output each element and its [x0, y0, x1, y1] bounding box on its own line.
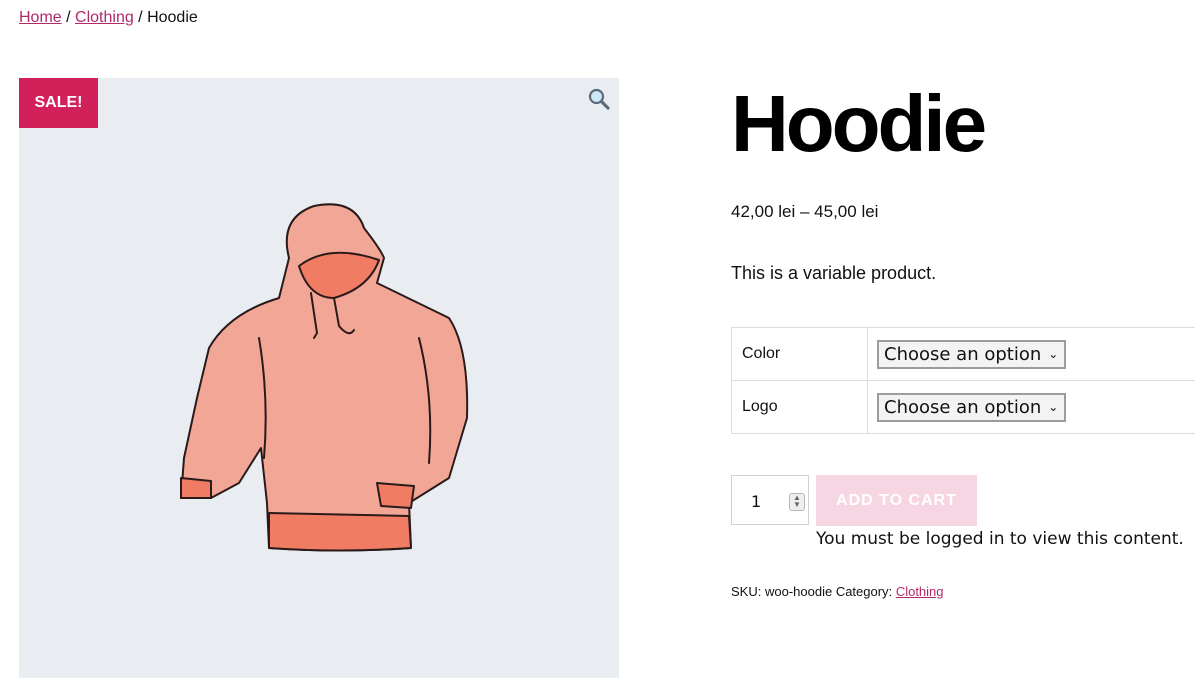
breadcrumb-clothing-link[interactable]: Clothing [75, 9, 134, 26]
magnifier-icon[interactable] [587, 87, 611, 111]
quantity-stepper[interactable]: 1 ▲ ▼ [731, 475, 809, 525]
logo-select-value: Choose an option [884, 396, 1042, 418]
product-price: 42,00 lei – 45,00 lei [731, 202, 879, 221]
variations-table: Color Choose an option ⌄ Logo Choose an o… [731, 327, 1195, 434]
add-to-cart-button[interactable]: ADD TO CART [816, 475, 977, 526]
product-meta: SKU: woo-hoodie Category: Clothing [731, 584, 944, 599]
sale-badge: SALE! [19, 78, 98, 128]
product-gallery: SALE! [19, 78, 619, 678]
color-select[interactable]: Choose an option ⌄ [877, 339, 1067, 369]
variation-row-color: Color Choose an option ⌄ [731, 327, 1195, 381]
breadcrumb-separator: / [133, 9, 148, 26]
logo-select[interactable]: Choose an option ⌄ [877, 392, 1067, 422]
category-label: Category: [835, 584, 893, 599]
quantity-value: 1 [751, 492, 762, 511]
breadcrumb: Home / Clothing / Hoodie [19, 9, 198, 27]
variation-row-logo: Logo Choose an option ⌄ [731, 380, 1195, 434]
breadcrumb-separator: / [61, 9, 76, 26]
sku-label: SKU: [731, 584, 762, 599]
variation-label-logo: Logo [731, 380, 868, 434]
category-link[interactable]: Clothing [896, 584, 944, 599]
color-select-value: Choose an option [884, 343, 1042, 365]
product-image[interactable] [149, 198, 489, 568]
chevron-down-icon: ⌄ [1048, 347, 1059, 361]
breadcrumb-home-link[interactable]: Home [19, 9, 62, 26]
breadcrumb-current: Hoodie [147, 9, 198, 26]
product-title: Hoodie [731, 79, 987, 168]
login-required-message: You must be logged in to view this conte… [816, 529, 1184, 549]
spinner-arrows-icon[interactable]: ▲ ▼ [789, 493, 805, 511]
chevron-down-icon: ⌄ [1048, 400, 1059, 414]
product-description: This is a variable product. [731, 263, 937, 283]
variation-label-color: Color [731, 327, 868, 381]
sku-value: woo-hoodie [764, 584, 833, 599]
